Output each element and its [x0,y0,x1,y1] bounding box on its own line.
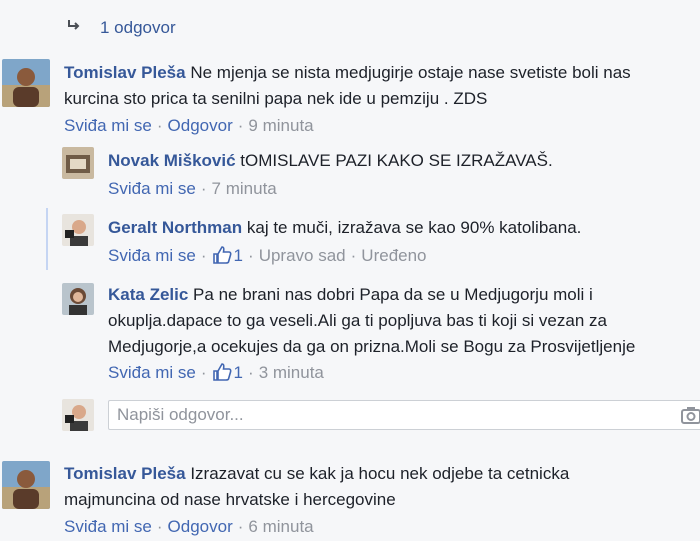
reply-2-author[interactable]: Geralt Northman [108,218,242,237]
like-button[interactable]: Sviđa mi se [108,179,196,198]
reply-button[interactable]: Odgovor [168,517,233,536]
comment-time[interactable]: 7 minuta [212,179,277,198]
reply-composer[interactable] [108,400,700,430]
reply-arrow-icon [66,16,82,39]
like-button[interactable]: Sviđa mi se [64,517,152,536]
reply-button[interactable]: Odgovor [168,116,233,135]
comment-time[interactable]: 9 minuta [248,116,313,135]
thumbs-up-icon [212,363,232,381]
avatar-current-user [62,399,94,431]
avatar-tomislav[interactable] [2,461,50,509]
comment-time[interactable]: 6 minuta [248,517,313,536]
reply-3-actions: Sviđa mi se · 1 · 3 minuta [108,363,324,382]
comment-2-body: Tomislav Pleša Izrazavat cu se kak ja ho… [64,464,570,509]
reply-3-author[interactable]: Kata Zelic [108,285,188,304]
avatar-novak[interactable] [62,147,94,179]
comment-time[interactable]: Upravo sad [259,246,346,265]
reply-1-body: Novak Mišković tOMISLAVE PAZI KAKO SE IZ… [108,151,553,170]
reply-2-body: Geralt Northman kaj te muči, izražava se… [108,218,582,237]
comment-2-author[interactable]: Tomislav Pleša [64,464,186,483]
camera-icon[interactable] [681,406,700,429]
reply-1-author[interactable]: Novak Mišković [108,151,236,170]
reply-2-actions: Sviđa mi se · 1 · Upravo sad · Uređeno [108,246,427,265]
avatar-kata[interactable] [62,283,94,315]
comment-2-actions: Sviđa mi se · Odgovor · 6 minuta [64,517,314,536]
reply-3-body: Kata Zelic Pa ne brani nas dobri Papa da… [108,285,636,356]
thread-line [46,208,48,270]
comment-time[interactable]: 3 minuta [259,363,324,382]
like-button[interactable]: Sviđa mi se [108,363,196,382]
edited-label[interactable]: Uređeno [361,246,426,265]
avatar-tomislav[interactable] [2,59,50,107]
like-button[interactable]: Sviđa mi se [108,246,196,265]
replies-count[interactable]: 1 odgovor [100,18,176,38]
like-button[interactable]: Sviđa mi se [64,116,152,135]
thumbs-up-icon [212,246,232,264]
avatar-geralt[interactable] [62,214,94,246]
replies-toggle[interactable]: 1 odgovor [66,16,176,39]
comment-1-body: Tomislav Pleša Ne mjenja se nista medjug… [64,63,631,108]
like-count[interactable]: 1 [212,246,243,265]
comment-1-author[interactable]: Tomislav Pleša [64,63,186,82]
comment-1-actions: Sviđa mi se · Odgovor · 9 minuta [64,116,314,135]
like-count[interactable]: 1 [212,363,243,382]
reply-1-actions: Sviđa mi se · 7 minuta [108,179,277,198]
reply-input[interactable] [109,401,665,429]
